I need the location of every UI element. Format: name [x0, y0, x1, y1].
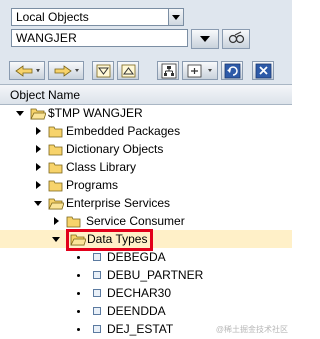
tree-leaf-label: DEBU_PARTNER — [107, 268, 204, 282]
object-tree: Object Name $TMP WANGJER Embedded Packag… — [0, 84, 292, 339]
close-button[interactable] — [252, 61, 274, 80]
user-input[interactable]: WANGJER — [11, 29, 188, 47]
collapse-button[interactable] — [92, 61, 114, 80]
tree-node-tmp-package[interactable]: $TMP WANGJER — [0, 104, 292, 122]
tree-leaf-deendda[interactable]: DEENDDA — [0, 302, 292, 320]
tree-node-label: Dictionary Objects — [66, 142, 164, 156]
expand-toggle[interactable] — [34, 197, 44, 209]
bullet-icon — [77, 256, 80, 259]
display-object-icon — [187, 64, 212, 78]
tree-leaf-label: DEJ_ESTAT — [107, 322, 174, 336]
tree-node-label: Service Consumer — [86, 214, 185, 228]
tree-leaf-debu-partner[interactable]: DEBU_PARTNER — [0, 266, 292, 284]
watermark: @稀土掘金技术社区 — [215, 325, 288, 334]
tree-node-service-consumer[interactable]: Service Consumer — [0, 212, 292, 230]
tree-leaf-label: DEENDDA — [107, 304, 166, 318]
display-button[interactable] — [191, 29, 219, 49]
tree-node-label: Programs — [66, 178, 119, 192]
tree-node-label: Class Library — [66, 160, 137, 174]
annotation-highlight-box — [66, 229, 153, 251]
column-header[interactable]: Object Name — [0, 84, 292, 105]
tree-node-programs[interactable]: Programs — [0, 176, 292, 194]
chevron-down-icon — [172, 15, 180, 20]
collapse-icon — [96, 64, 111, 78]
expand-button[interactable] — [117, 61, 139, 80]
bullet-icon — [77, 274, 80, 277]
tree-leaf-label: DECHAR30 — [107, 286, 172, 300]
selection-panel: Local Objects WANGJER — [0, 0, 292, 84]
data-element-icon — [93, 325, 101, 333]
tree-node-label: $TMP WANGJER — [48, 106, 143, 120]
tree-node-embedded-packages[interactable]: Embedded Packages — [0, 122, 292, 140]
expand-toggle[interactable] — [34, 179, 44, 191]
display-object-button[interactable] — [182, 61, 218, 80]
data-element-icon — [93, 289, 101, 297]
triangle-down-icon — [16, 111, 24, 116]
bullet-icon — [77, 310, 80, 313]
user-input-value: WANGJER — [16, 31, 77, 45]
tree-node-class-library[interactable]: Class Library — [0, 158, 292, 176]
expand-toggle[interactable] — [34, 161, 44, 173]
open-folder-icon — [48, 198, 64, 210]
triangle-down-icon — [52, 237, 60, 242]
tree-node-dictionary-objects[interactable]: Dictionary Objects — [0, 140, 292, 158]
object-type-value: Local Objects — [16, 10, 89, 24]
folder-icon — [66, 216, 81, 228]
data-element-icon — [93, 307, 101, 315]
hierarchy-icon — [161, 63, 177, 79]
data-element-icon — [93, 253, 101, 261]
expand-toggle[interactable] — [52, 233, 62, 245]
folder-icon — [48, 162, 63, 174]
folder-icon — [48, 126, 63, 138]
glasses-icon — [228, 31, 245, 44]
close-icon — [255, 63, 272, 79]
bullet-icon — [77, 292, 80, 295]
back-arrow-icon — [15, 65, 40, 77]
column-header-label: Object Name — [10, 88, 81, 102]
triangle-right-icon — [36, 163, 41, 171]
expand-toggle[interactable] — [34, 143, 44, 155]
triangle-right-icon — [36, 145, 41, 153]
expand-icon — [121, 64, 136, 78]
tree-node-label: Embedded Packages — [66, 124, 181, 138]
triangle-down-icon — [200, 36, 210, 42]
folder-icon — [48, 144, 63, 156]
tree-node-label: Enterprise Services — [66, 196, 171, 210]
triangle-right-icon — [54, 217, 59, 225]
expand-toggle[interactable] — [34, 125, 44, 137]
refresh-button[interactable] — [221, 61, 243, 80]
folder-icon — [48, 180, 63, 192]
expand-toggle[interactable] — [52, 215, 62, 227]
forward-button[interactable] — [48, 61, 84, 80]
triangle-right-icon — [36, 127, 41, 135]
tree-leaf-dechar30[interactable]: DECHAR30 — [0, 284, 292, 302]
expand-toggle[interactable] — [16, 107, 26, 119]
triangle-down-icon — [34, 201, 42, 206]
dropdown-arrow-button[interactable] — [168, 9, 183, 25]
object-type-select[interactable]: Local Objects — [11, 8, 184, 26]
bullet-icon — [77, 328, 80, 331]
triangle-right-icon — [36, 181, 41, 189]
forward-arrow-icon — [54, 65, 79, 77]
tree-leaf-label: DEBEGDA — [107, 250, 166, 264]
back-button[interactable] — [9, 61, 45, 80]
open-folder-icon — [30, 108, 46, 120]
tree-node-enterprise-services[interactable]: Enterprise Services — [0, 194, 292, 212]
glasses-button[interactable] — [222, 29, 250, 49]
hierarchy-button[interactable] — [157, 61, 179, 80]
refresh-icon — [224, 63, 241, 79]
data-element-icon — [93, 271, 101, 279]
